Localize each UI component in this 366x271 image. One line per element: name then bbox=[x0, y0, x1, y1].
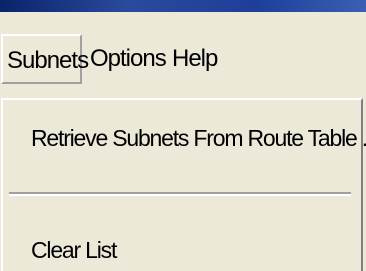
menu-item-retrieve-subnets[interactable]: Retrieve Subnets From Route Table ... bbox=[31, 116, 366, 160]
menu-options[interactable]: Options bbox=[86, 34, 167, 84]
menu-subnets[interactable]: Subnets bbox=[1, 34, 89, 84]
window-title-bar bbox=[0, 0, 366, 12]
menu-help[interactable]: Help bbox=[168, 34, 218, 84]
menu-separator bbox=[9, 192, 351, 196]
subnets-dropdown-menu: Retrieve Subnets From Route Table ... Cl… bbox=[1, 98, 366, 271]
menu-item-clear-list[interactable]: Clear List bbox=[31, 228, 117, 271]
menu-bar: Subnets Options Help bbox=[0, 12, 366, 98]
